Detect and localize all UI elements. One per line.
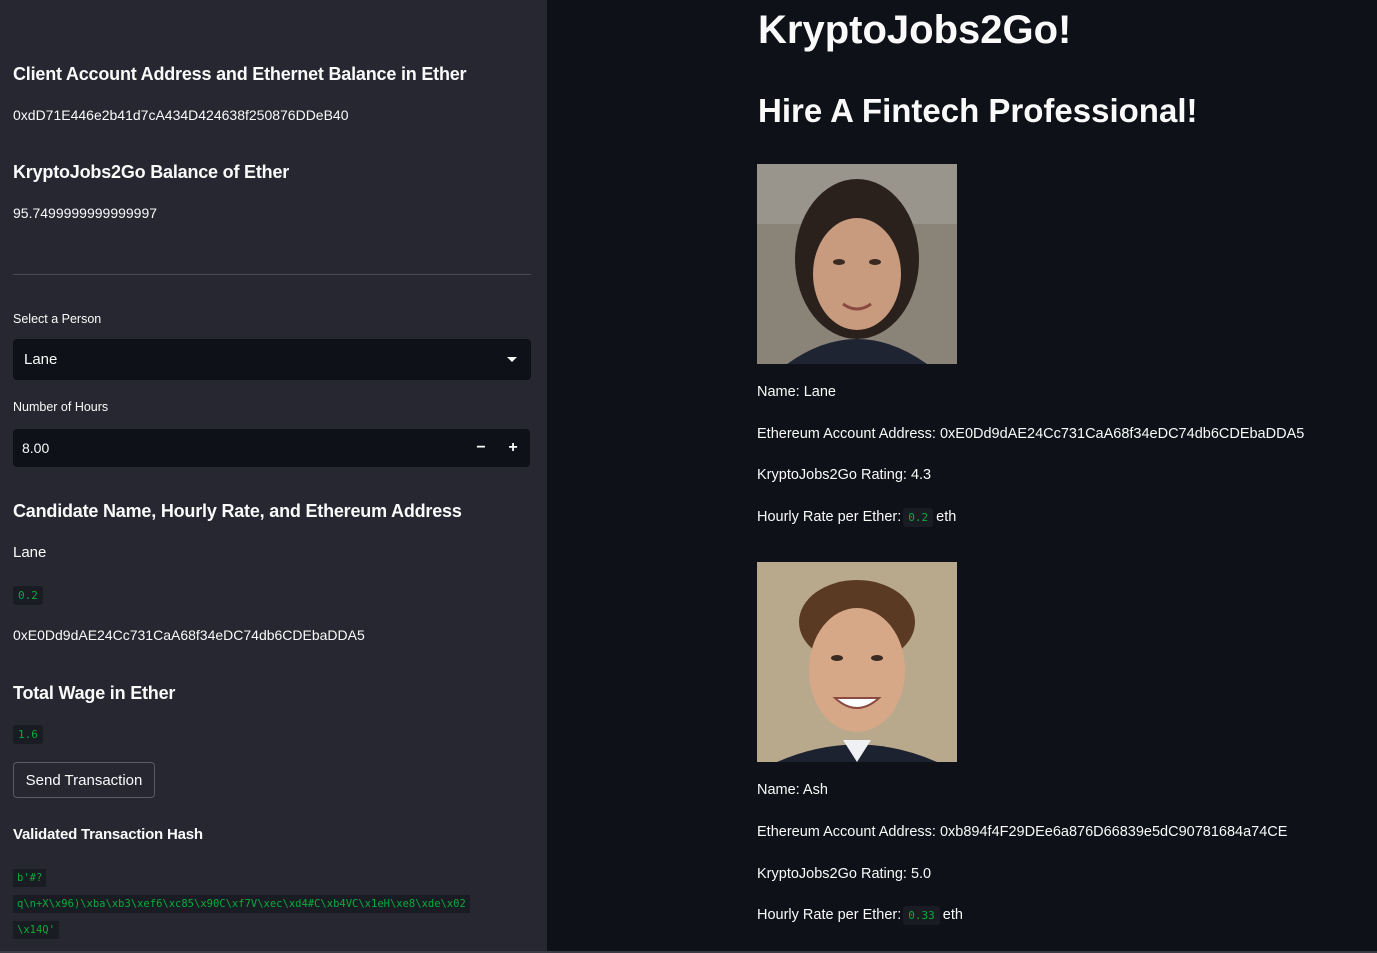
candidate-address-text: Ethereum Account Address: 0xb894f4F29DEe… bbox=[757, 824, 1288, 840]
sidebar-divider bbox=[13, 274, 531, 275]
candidate-address: 0xE0Dd9dAE24Cc731CaA68f34eDC74db6CDEbaDD… bbox=[13, 627, 365, 643]
rate-unit: eth bbox=[942, 907, 963, 923]
select-person-value: Lane bbox=[24, 351, 58, 368]
client-account-heading: Client Account Address and Ethernet Bala… bbox=[13, 64, 467, 84]
candidate-rate: 0.2 bbox=[13, 586, 43, 605]
candidate-rating-text: KryptoJobs2Go Rating: 5.0 bbox=[757, 866, 932, 882]
candidate-photo-ash bbox=[757, 562, 957, 762]
increment-button[interactable]: + bbox=[497, 429, 529, 467]
candidate-name: Lane bbox=[13, 544, 47, 561]
validated-hash-heading: Validated Transaction Hash bbox=[13, 826, 203, 843]
balance-heading: KryptoJobs2Go Balance of Ether bbox=[13, 162, 290, 182]
candidate-address-text: Ethereum Account Address: 0xE0Dd9dAE24Cc… bbox=[757, 426, 1305, 442]
hours-value: 8.00 bbox=[22, 440, 50, 456]
candidate-name-text: Name: Lane bbox=[757, 384, 836, 400]
transaction-hash: b'#? q\n+X\x96)\xba\xb3\xef6\xc85\x90C\x… bbox=[13, 865, 525, 943]
total-wage-value: 1.6 bbox=[13, 725, 43, 744]
select-person-label: Select a Person bbox=[13, 312, 102, 326]
decrement-button[interactable]: − bbox=[465, 429, 497, 467]
candidate-rate-row: Hourly Rate per Ether: 0.33 eth bbox=[757, 906, 963, 925]
balance-value: 95.7499999999999997 bbox=[13, 205, 158, 221]
rate-label: Hourly Rate per Ether: bbox=[757, 509, 902, 525]
hash-line: b'#? bbox=[13, 869, 47, 887]
page-subtitle: Hire A Fintech Professional! bbox=[758, 92, 1198, 129]
hash-line: q\n+X\x96)\xba\xb3\xef6\xc85\x90C\xf7V\x… bbox=[13, 895, 470, 913]
main-content: KryptoJobs2Go! Hire A Fintech Profession… bbox=[547, 0, 1377, 953]
candidate-photo-lane bbox=[757, 164, 957, 364]
hours-number-input[interactable]: 8.00 − + bbox=[13, 429, 530, 467]
hours-label: Number of Hours bbox=[13, 400, 109, 414]
client-account-address: 0xdD71E446e2b41d7cA434D424638f250876DDeB… bbox=[13, 107, 349, 123]
candidate-rate-row: Hourly Rate per Ether: 0.2 eth bbox=[757, 508, 957, 527]
send-transaction-button[interactable]: Send Transaction bbox=[13, 762, 155, 798]
rate-value: 0.2 bbox=[903, 508, 934, 527]
sidebar: Client Account Address and Ethernet Bala… bbox=[0, 0, 547, 953]
rate-unit: eth bbox=[936, 509, 957, 525]
rate-value: 0.33 bbox=[903, 906, 940, 925]
hash-line: \x14Q' bbox=[13, 921, 59, 939]
page-title: KryptoJobs2Go! bbox=[758, 8, 1072, 52]
total-wage-heading: Total Wage in Ether bbox=[13, 683, 176, 703]
chevron-down-icon bbox=[507, 357, 517, 362]
rate-label: Hourly Rate per Ether: bbox=[757, 907, 902, 923]
candidate-heading: Candidate Name, Hourly Rate, and Ethereu… bbox=[13, 501, 462, 521]
candidate-rating-text: KryptoJobs2Go Rating: 4.3 bbox=[757, 467, 932, 483]
candidate-name-text: Name: Ash bbox=[757, 782, 828, 798]
select-person-dropdown[interactable]: Lane bbox=[13, 339, 531, 380]
